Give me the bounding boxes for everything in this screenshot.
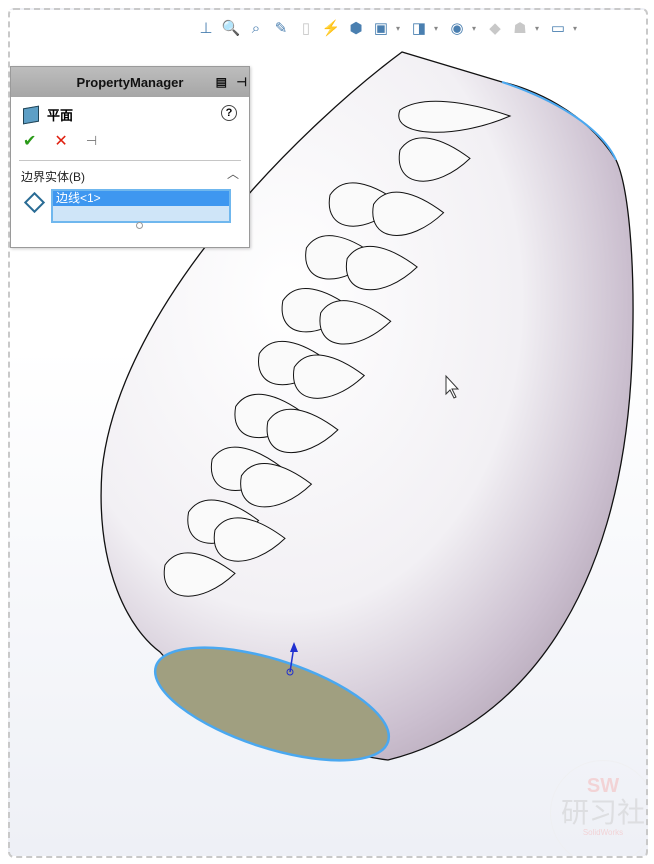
boundary-entities-list[interactable]: 边线<1> bbox=[51, 189, 231, 223]
divider bbox=[19, 160, 241, 161]
watermark-logo: SW 研习社 SolidWorks bbox=[550, 760, 646, 856]
resize-grip[interactable] bbox=[136, 222, 143, 229]
pin-button[interactable]: ⊣ bbox=[86, 133, 97, 149]
display-style-icon[interactable]: ▣ bbox=[371, 18, 391, 38]
view-orientation-icon[interactable]: ⬢ bbox=[346, 18, 366, 38]
expand-icon[interactable]: ▤ bbox=[216, 75, 227, 89]
section-header-boundary-entities[interactable]: 边界实体(B) bbox=[21, 168, 85, 185]
pin-icon[interactable]: ⊣ bbox=[237, 75, 247, 89]
dropdown-caret-icon[interactable]: ▾ bbox=[535, 24, 543, 33]
heads-up-view-toolbar: ⊥ 🔍 ⌕ ✎ ▯ ⚡ ⬢ ▣ ▾ ◨ ▾ ◉ ▾ ◆ ☗ ▾ ▭ ▾ bbox=[196, 18, 581, 38]
section-view-icon[interactable]: ▯ bbox=[296, 18, 316, 38]
hide-show-items-icon[interactable]: ◨ bbox=[409, 18, 429, 38]
dropdown-caret-icon[interactable]: ▾ bbox=[434, 24, 442, 33]
property-manager-panel: PropertyManager ▤ ⊣ 平面 ? ✔ ✕ ⊣ 边界实体(B) ︿… bbox=[10, 66, 250, 248]
panel-title: PropertyManager bbox=[76, 74, 184, 90]
feature-name: 平面 bbox=[47, 108, 74, 123]
dropdown-caret-icon[interactable]: ▾ bbox=[472, 24, 480, 33]
zoom-to-area-icon[interactable]: ⌕ bbox=[246, 18, 266, 38]
edit-appearance-icon[interactable]: ◉ bbox=[447, 18, 467, 38]
dropdown-caret-icon[interactable]: ▾ bbox=[573, 24, 581, 33]
dropdown-caret-icon[interactable]: ▾ bbox=[396, 24, 404, 33]
list-item[interactable]: 边线<1> bbox=[53, 191, 229, 206]
zoom-to-fit-icon[interactable]: 🔍 bbox=[221, 18, 241, 38]
edge-selection-icon bbox=[23, 191, 46, 214]
plane-icon bbox=[23, 105, 39, 124]
apply-scene-icon[interactable]: ◆ bbox=[485, 18, 505, 38]
collapse-chevron-icon[interactable]: ︿ bbox=[227, 165, 239, 182]
monitor-icon[interactable]: ▭ bbox=[548, 18, 568, 38]
ok-button[interactable]: ✔ bbox=[23, 131, 36, 151]
view-settings-icon[interactable]: ☗ bbox=[510, 18, 530, 38]
panel-header: PropertyManager ▤ ⊣ bbox=[11, 67, 249, 97]
dynamic-annotation-icon[interactable]: ⚡ bbox=[321, 18, 341, 38]
help-icon[interactable]: ? bbox=[221, 105, 237, 121]
normal-to-icon[interactable]: ⊥ bbox=[196, 18, 216, 38]
previous-view-icon[interactable]: ✎ bbox=[271, 18, 291, 38]
cancel-button[interactable]: ✕ bbox=[54, 131, 67, 151]
